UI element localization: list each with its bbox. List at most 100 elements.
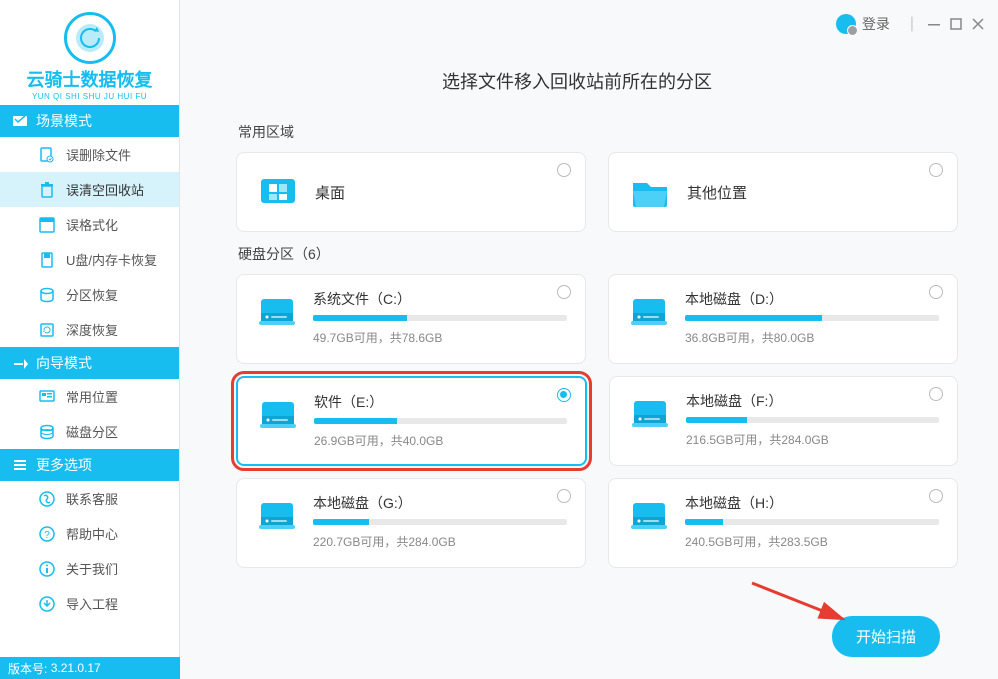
app-name-pinyin: YUN QI SHI SHU JU HUI FU [32, 92, 147, 101]
disk-size: 49.7GB可用，共78.6GB [313, 329, 567, 346]
sidebar-item-wizard-1[interactable]: 磁盘分区 [0, 414, 179, 449]
app-logo: 云骑士数据恢复 YUN QI SHI SHU JU HUI FU [0, 0, 179, 105]
disk-info: 本地磁盘（G:） 220.7GB可用，共284.0GB [313, 493, 567, 567]
menu-label: 关于我们 [66, 559, 118, 578]
app-name: 云骑士数据恢复 [27, 66, 153, 92]
sidebar-item-scene-4[interactable]: 分区恢复 [0, 277, 179, 312]
disk-usage-bar [685, 519, 939, 525]
radio[interactable] [929, 163, 943, 177]
disk-icon [256, 392, 300, 436]
radio[interactable] [929, 285, 943, 299]
menu-icon [38, 423, 56, 441]
page-title: 选择文件移入回收站前所在的分区 [196, 68, 958, 94]
menu-icon [12, 457, 28, 473]
menu-label: 导入工程 [66, 594, 118, 613]
disk-info: 本地磁盘（D:）36.8GB可用，共80.0GB [685, 289, 939, 363]
disk-info: 本地磁盘（F:）216.5GB可用，共284.0GB [686, 391, 939, 465]
radio[interactable] [557, 388, 571, 402]
disk-usage-bar [686, 417, 939, 423]
desktop-icon [255, 169, 301, 215]
menu-label: 深度恢复 [66, 320, 118, 339]
sidebar: 云骑士数据恢复 YUN QI SHI SHU JU HUI FU 场景模式 误删… [0, 0, 180, 679]
section-more-options[interactable]: 更多选项 [0, 449, 179, 481]
radio[interactable] [557, 285, 571, 299]
sidebar-item-more-2[interactable]: 关于我们 [0, 551, 179, 586]
menu-label: 常用位置 [66, 387, 118, 406]
sidebar-item-scene-0[interactable]: 误删除文件 [0, 137, 179, 172]
sidebar-item-wizard-0[interactable]: 常用位置 [0, 379, 179, 414]
disk-info: 系统文件（C:） 49.7GB可用，共78.6GB [313, 289, 567, 363]
menu-label: 分区恢复 [66, 285, 118, 304]
disk-icon [628, 391, 672, 435]
disk-size: 220.7GB可用，共284.0GB [313, 533, 567, 550]
menu-icon: ? [38, 525, 56, 543]
disk-usage-bar [313, 315, 567, 321]
common-card-0[interactable]: 桌面 [236, 152, 586, 232]
sidebar-item-scene-3[interactable]: U盘/内存卡恢复 [0, 242, 179, 277]
sidebar-item-more-1[interactable]: ? 帮助中心 [0, 516, 179, 551]
common-section-label: 常用区域 [238, 122, 958, 142]
disk-name: 软件（E:） [314, 392, 567, 412]
section-scene-label: 场景模式 [36, 111, 92, 131]
version-bar: 版本号: 3.21.0.17 [0, 657, 180, 679]
disk-icon [627, 493, 671, 537]
disk-card-2[interactable]: 软件（E:） 26.9GB可用，共40.0GB [236, 376, 587, 466]
main-content: 选择文件移入回收站前所在的分区 常用区域 桌面 其他位置 硬盘分区（6） 系统文件… [180, 0, 998, 679]
menu-label: 帮助中心 [66, 524, 118, 543]
menu-icon [38, 216, 56, 234]
disk-size: 240.5GB可用，共283.5GB [685, 533, 939, 550]
menu-label: 联系客服 [66, 489, 118, 508]
disk-info: 软件（E:） 26.9GB可用，共40.0GB [314, 392, 567, 464]
version-number: 3.21.0.17 [51, 661, 101, 675]
menu-label: 误删除文件 [66, 145, 131, 164]
menu-icon [38, 595, 56, 613]
start-scan-button[interactable]: 开始扫描 [832, 616, 940, 657]
disk-card-3[interactable]: 本地磁盘（F:）216.5GB可用，共284.0GB [609, 376, 958, 466]
section-more-label: 更多选项 [36, 455, 92, 475]
disk-icon [627, 289, 671, 333]
card-label: 桌面 [315, 182, 345, 203]
sidebar-item-scene-5[interactable]: 深度恢复 [0, 312, 179, 347]
radio[interactable] [929, 387, 943, 401]
menu-label: 误清空回收站 [66, 180, 144, 199]
disk-size: 26.9GB可用，共40.0GB [314, 432, 567, 449]
disk-icon [255, 493, 299, 537]
radio[interactable] [929, 489, 943, 503]
disk-usage-bar [685, 315, 939, 321]
logo-icon [64, 12, 116, 64]
section-wizard-mode[interactable]: 向导模式 [0, 347, 179, 379]
section-scene-mode[interactable]: 场景模式 [0, 105, 179, 137]
menu-icon [38, 286, 56, 304]
menu-icon [38, 146, 56, 164]
disk-usage-bar [313, 519, 567, 525]
menu-label: 磁盘分区 [66, 422, 118, 441]
menu-label: 误格式化 [66, 215, 118, 234]
common-card-1[interactable]: 其他位置 [608, 152, 958, 232]
menu-icon [38, 181, 56, 199]
card-label: 其他位置 [687, 182, 747, 203]
sidebar-item-scene-2[interactable]: 误格式化 [0, 207, 179, 242]
disk-section-label: 硬盘分区（6） [238, 244, 958, 264]
sidebar-item-more-3[interactable]: 导入工程 [0, 586, 179, 621]
menu-label: U盘/内存卡恢复 [66, 250, 157, 269]
disk-size: 216.5GB可用，共284.0GB [686, 431, 939, 448]
disk-card-1[interactable]: 本地磁盘（D:）36.8GB可用，共80.0GB [608, 274, 958, 364]
section-wizard-label: 向导模式 [36, 353, 92, 373]
sidebar-item-more-0[interactable]: 联系客服 [0, 481, 179, 516]
version-label: 版本号: [8, 660, 47, 677]
disk-name: 本地磁盘（H:） [685, 493, 939, 513]
disk-name: 本地磁盘（G:） [313, 493, 567, 513]
folder-icon [627, 169, 673, 215]
radio[interactable] [557, 163, 571, 177]
svg-text:?: ? [44, 530, 50, 541]
disk-card-5[interactable]: 本地磁盘（H:） 240.5GB可用，共283.5GB [608, 478, 958, 568]
disk-card-0[interactable]: 系统文件（C:） 49.7GB可用，共78.6GB [236, 274, 586, 364]
disk-name: 系统文件（C:） [313, 289, 567, 309]
radio[interactable] [557, 489, 571, 503]
menu-icon [38, 560, 56, 578]
disk-info: 本地磁盘（H:） 240.5GB可用，共283.5GB [685, 493, 939, 567]
disk-name: 本地磁盘（D:） [685, 289, 939, 309]
sidebar-item-scene-1[interactable]: 误清空回收站 [0, 172, 179, 207]
disk-card-4[interactable]: 本地磁盘（G:） 220.7GB可用，共284.0GB [236, 478, 586, 568]
disk-usage-bar [314, 418, 567, 424]
